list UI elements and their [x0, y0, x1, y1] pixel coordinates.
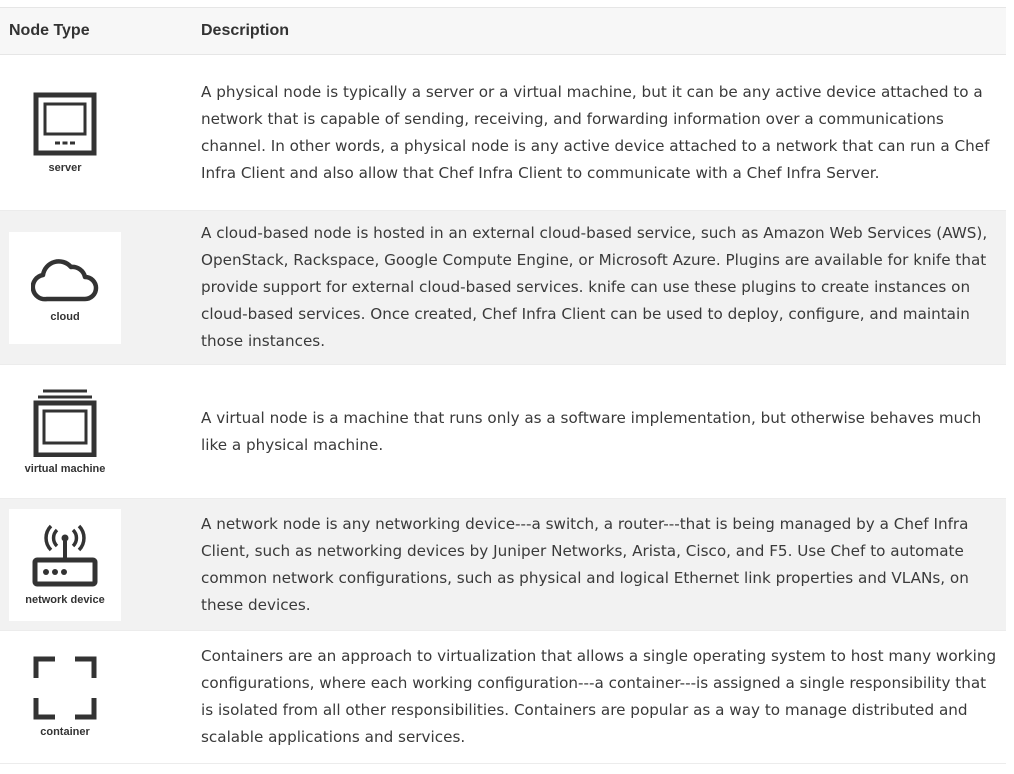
node-type-label: server	[48, 161, 82, 174]
table-row: server A physical node is typically a se…	[0, 55, 1006, 211]
network-device-icon	[32, 524, 98, 586]
node-type-label: container	[40, 726, 90, 738]
table-row: cloud A cloud-based node is hosted in an…	[0, 210, 1006, 365]
table-row: container Containers are an approach to …	[0, 631, 1006, 764]
description-header: Description	[201, 22, 290, 39]
node-type-cell: container	[0, 631, 192, 764]
node-icon-box: cloud	[9, 231, 121, 344]
node-icon-box: network device	[9, 508, 121, 621]
node-types-table: Node Type Description server A physical …	[0, 7, 1006, 764]
table-row: virtual machine A virtual node is a mach…	[0, 365, 1006, 499]
node-icon-box: virtual machine	[9, 375, 121, 488]
virtual-machine-icon	[33, 389, 97, 457]
node-type-cell: cloud	[0, 211, 192, 365]
container-icon	[33, 656, 97, 720]
table-header-row: Node Type Description	[0, 7, 1006, 55]
node-description: A virtual node is a machine that runs on…	[201, 408, 982, 454]
node-type-cell: server	[0, 55, 192, 211]
node-description: A network node is any networking device-…	[201, 514, 969, 614]
node-icon-box: container	[9, 641, 121, 753]
node-description: A cloud-based node is hosted in an exter…	[201, 224, 988, 350]
node-type-header: Node Type	[9, 22, 90, 39]
node-type-cell: virtual machine	[0, 365, 192, 499]
node-type-label: virtual machine	[24, 462, 106, 475]
table-row: network device A network node is any net…	[0, 498, 1006, 631]
node-icon-box: server	[9, 76, 121, 189]
server-icon	[33, 92, 97, 155]
node-description: A physical node is typically a server or…	[201, 82, 990, 182]
node-type-label: network device	[25, 593, 105, 606]
cloud-icon	[31, 258, 99, 301]
node-type-cell: network device	[0, 499, 192, 631]
node-description: Containers are an approach to virtualiza…	[201, 647, 997, 746]
node-type-label: cloud	[50, 310, 80, 323]
